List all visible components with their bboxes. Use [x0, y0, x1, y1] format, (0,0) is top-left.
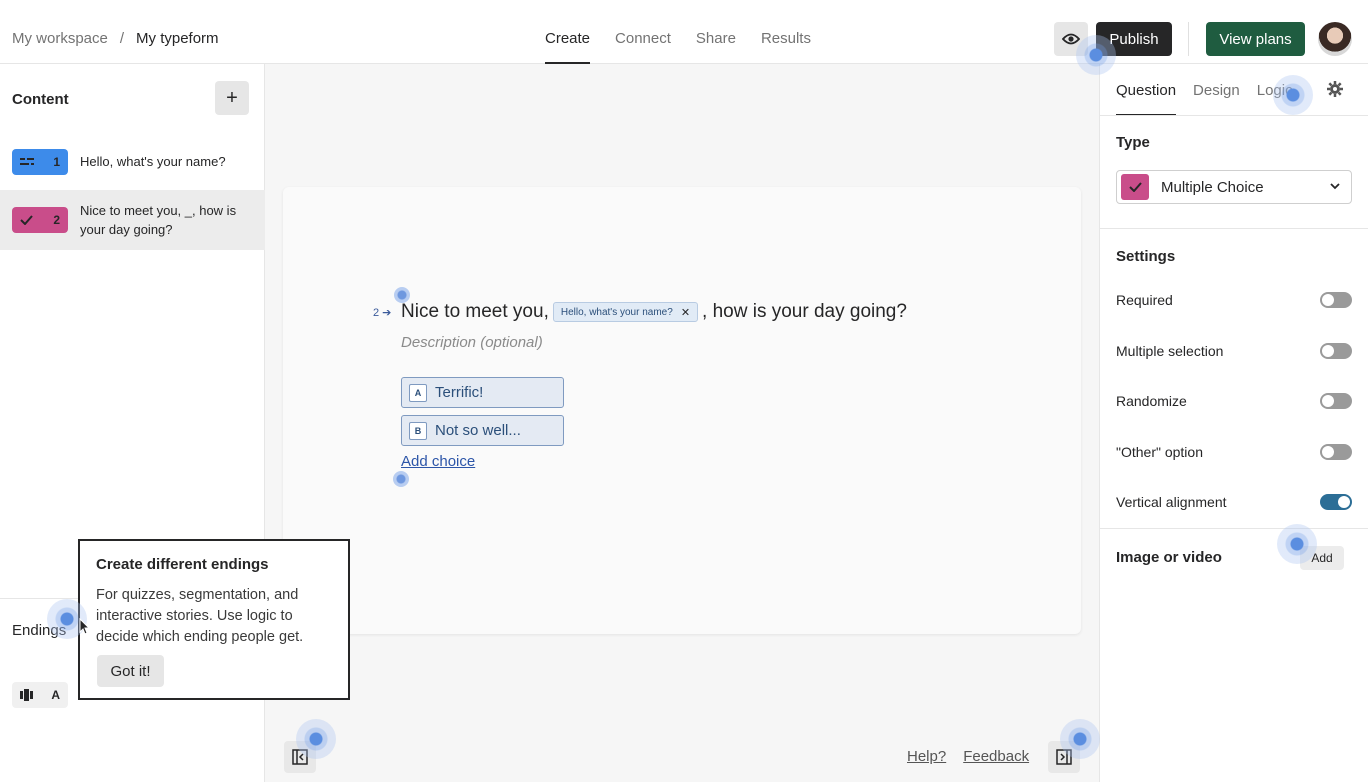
check-icon	[1121, 174, 1149, 200]
click-indicator	[1277, 524, 1317, 564]
eye-icon	[1062, 33, 1080, 45]
setting-multiple-selection: Multiple selection	[1116, 341, 1352, 361]
feedback-link[interactable]: Feedback	[963, 748, 1029, 765]
settings-divider	[1100, 528, 1368, 529]
breadcrumb: My workspace / My typeform	[12, 30, 219, 47]
content-title: Content	[12, 91, 69, 108]
breadcrumb-separator: /	[119, 30, 125, 47]
click-indicator	[296, 719, 336, 759]
question-number: 1	[53, 155, 60, 169]
header-divider	[1188, 22, 1189, 56]
type-value: Multiple Choice	[1161, 178, 1264, 196]
user-avatar[interactable]	[1318, 22, 1352, 56]
click-indicator	[1060, 719, 1100, 759]
choice-key: A	[409, 383, 427, 402]
question-text: Hello, what's your name?	[80, 154, 226, 169]
tooltip-body: For quizzes, segmentation, and interacti…	[96, 587, 304, 645]
got-it-button[interactable]: Got it!	[97, 655, 164, 687]
click-indicator	[393, 471, 409, 487]
randomize-toggle[interactable]	[1320, 393, 1352, 409]
setting-label: Multiple selection	[1116, 343, 1224, 359]
view-plans-button[interactable]: View plans	[1206, 22, 1305, 56]
mouse-cursor-icon	[79, 618, 91, 635]
question-badge: 2	[12, 207, 68, 233]
choice-option[interactable]: A Terrific!	[401, 377, 564, 408]
breadcrumb-form-name[interactable]: My typeform	[136, 30, 219, 47]
breadcrumb-workspace[interactable]: My workspace	[12, 30, 108, 47]
tab-design[interactable]: Design	[1193, 64, 1240, 116]
question-type-select[interactable]: Multiple Choice	[1116, 170, 1352, 204]
click-indicator	[394, 287, 410, 303]
choice-key: B	[409, 421, 427, 440]
question-canvas: 2 ➔ Nice to meet you, Hello, what's your…	[283, 187, 1081, 634]
help-link[interactable]: Help?	[907, 748, 946, 765]
media-label: Image or video	[1116, 549, 1222, 566]
setting-label: Randomize	[1116, 393, 1187, 409]
title-text-before: Nice to meet you,	[401, 301, 549, 322]
choice-label: Terrific!	[435, 384, 484, 401]
other-option-toggle[interactable]	[1320, 444, 1352, 460]
setting-required: Required	[1116, 290, 1352, 310]
tooltip-title: Create different endings	[96, 556, 269, 573]
question-text: Nice to meet you, _, how is your day goi…	[80, 203, 237, 237]
gear-icon[interactable]	[1326, 80, 1344, 98]
endings-tooltip: Create different endings For quizzes, se…	[78, 539, 350, 700]
settings-tabs: Question Design Logic	[1116, 64, 1293, 116]
ending-icon	[20, 689, 33, 701]
setting-other-option: "Other" option	[1116, 442, 1352, 462]
setting-vertical-alignment: Vertical alignment	[1116, 492, 1352, 512]
question-list-item-1[interactable]: 1 Hello, what's your name?	[0, 144, 265, 190]
short-text-icon	[20, 158, 34, 165]
question-list-item-2[interactable]: 2 Nice to meet you, _, how is your day g…	[0, 190, 265, 250]
tab-share[interactable]: Share	[696, 0, 736, 64]
type-divider	[1100, 228, 1368, 229]
multiple-selection-toggle[interactable]	[1320, 343, 1352, 359]
add-choice-link[interactable]: Add choice	[401, 453, 475, 470]
footer-links: Help? Feedback	[907, 748, 1029, 765]
tab-create[interactable]: Create	[545, 0, 591, 64]
setting-label: Required	[1116, 292, 1173, 308]
settings-panel: Question Design Logic Type Multiple Choi…	[1099, 64, 1368, 782]
tabs-divider	[1100, 115, 1368, 116]
close-icon[interactable]: ✕	[681, 306, 690, 319]
question-title[interactable]: Nice to meet you, Hello, what's your nam…	[401, 301, 907, 323]
type-label: Type	[1116, 134, 1150, 151]
add-question-button[interactable]: +	[215, 81, 249, 115]
check-icon	[20, 215, 33, 225]
question-number: 2	[53, 213, 60, 227]
setting-randomize: Randomize	[1116, 391, 1352, 411]
click-indicator	[1273, 75, 1313, 115]
question-badge: 1	[12, 149, 68, 175]
setting-label: Vertical alignment	[1116, 494, 1227, 510]
recall-chip-label: Hello, what's your name?	[560, 306, 673, 318]
ending-letter: A	[51, 688, 60, 702]
title-text-after: , how is your day going?	[702, 301, 907, 322]
tab-results[interactable]: Results	[761, 0, 811, 64]
choice-label: Not so well...	[435, 422, 521, 439]
tab-connect[interactable]: Connect	[615, 0, 671, 64]
click-indicator	[1076, 35, 1116, 75]
description-field[interactable]: Description (optional)	[401, 334, 543, 351]
setting-label: "Other" option	[1116, 444, 1203, 460]
tab-question[interactable]: Question	[1116, 64, 1177, 116]
plus-icon: +	[226, 86, 238, 109]
canvas-question-number: 2 ➔	[373, 307, 392, 319]
ending-item[interactable]: A	[12, 682, 68, 708]
recall-chip[interactable]: Hello, what's your name? ✕	[552, 302, 699, 322]
settings-label: Settings	[1116, 248, 1176, 265]
choice-option[interactable]: B Not so well...	[401, 415, 564, 446]
vertical-alignment-toggle[interactable]	[1320, 494, 1352, 510]
top-bar: My workspace / My typeform Create Connec…	[0, 0, 1368, 64]
chevron-down-icon	[1330, 183, 1340, 190]
required-toggle[interactable]	[1320, 292, 1352, 308]
main-tabs: Create Connect Share Results	[545, 0, 811, 64]
